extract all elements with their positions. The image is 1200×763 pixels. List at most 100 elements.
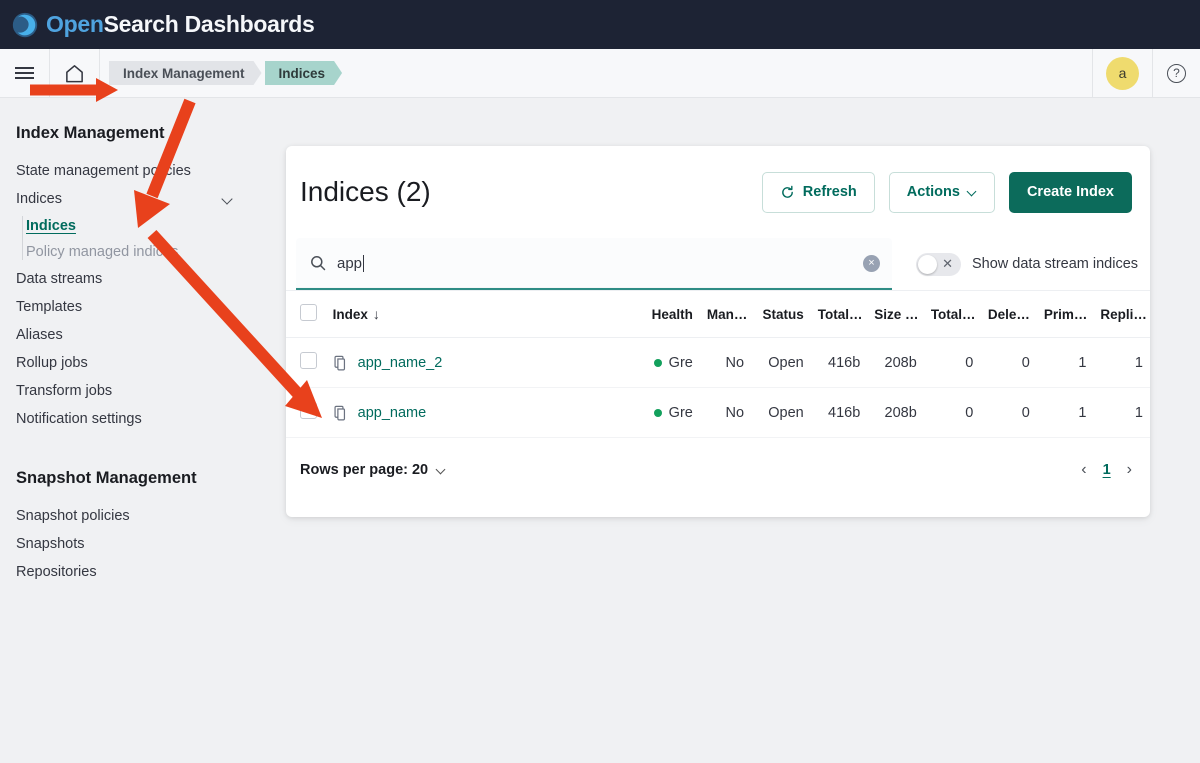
column-header-replicas[interactable]: Repli… bbox=[1093, 290, 1150, 338]
brand-logo-area[interactable]: OpenSearch Dashboards bbox=[0, 10, 315, 40]
navigation-bar: Index Management Indices a ? bbox=[0, 49, 1200, 98]
health-label: Gre bbox=[668, 404, 693, 421]
chevron-down-icon bbox=[223, 194, 234, 205]
data-stream-toggle-group: ✕ Show data stream indices bbox=[916, 238, 1138, 290]
actions-button[interactable]: Actions bbox=[888, 171, 995, 213]
row-size-cell: 208b bbox=[867, 387, 924, 438]
sidebar-item-label: Repositories bbox=[16, 564, 97, 580]
refresh-button-label: Refresh bbox=[802, 184, 857, 200]
search-input-value: app bbox=[337, 254, 363, 272]
menu-toggle-button[interactable] bbox=[0, 49, 49, 97]
help-icon[interactable]: ? bbox=[1167, 63, 1186, 83]
show-data-stream-indices-label: Show data stream indices bbox=[972, 256, 1139, 272]
table-body: app_name_2 Gre No Open 416b 208b 0 0 1 1… bbox=[286, 337, 1150, 438]
sidebar-item-policy-managed-indices[interactable]: Policy managed indices bbox=[26, 239, 262, 265]
index-name-link[interactable]: app_name_2 bbox=[358, 355, 443, 371]
next-page-button[interactable]: › bbox=[1127, 461, 1132, 479]
sidebar-section-title-snapshot-management: Snapshot Management bbox=[16, 469, 197, 487]
column-header-health[interactable]: Health bbox=[637, 290, 700, 338]
status-dot-icon bbox=[653, 358, 662, 367]
sidebar-item-label: Data streams bbox=[16, 271, 103, 287]
home-button[interactable] bbox=[50, 49, 99, 97]
row-replicas-cell: 1 bbox=[1093, 337, 1150, 388]
column-header-index-label: Index bbox=[332, 307, 368, 322]
brand-title: OpenSearch Dashboards bbox=[46, 11, 315, 38]
table-row[interactable]: app_name_2 Gre No Open 416b 208b 0 0 1 1 bbox=[286, 337, 1150, 388]
breadcrumb-indices[interactable]: Indices bbox=[265, 61, 343, 85]
clear-search-icon[interactable]: × bbox=[863, 254, 880, 272]
sidebar-item-transform-jobs[interactable]: Transform jobs bbox=[0, 377, 262, 405]
column-header-index[interactable]: Index ↓ bbox=[328, 290, 638, 338]
sidebar-item-data-streams[interactable]: Data streams bbox=[0, 265, 262, 293]
column-header-total-docs[interactable]: Total… bbox=[923, 290, 981, 338]
previous-page-button[interactable]: ‹ bbox=[1081, 461, 1086, 479]
toggle-knob bbox=[918, 254, 937, 274]
sidebar-item-templates[interactable]: Templates bbox=[0, 293, 262, 321]
sidebar-item-repositories[interactable]: Repositories bbox=[0, 558, 262, 586]
chevron-down-icon bbox=[968, 188, 977, 197]
sidebar-section-title-index-management: Index Management bbox=[16, 124, 165, 142]
sidebar-item-label: Rollup jobs bbox=[16, 355, 88, 371]
opensearch-logo-icon bbox=[12, 12, 38, 37]
breadcrumb: Index Management Indices bbox=[109, 61, 345, 85]
sidebar-item-notification-settings[interactable]: Notification settings bbox=[0, 405, 262, 433]
refresh-button[interactable]: Refresh bbox=[761, 171, 875, 213]
sidebar-item-indices-child[interactable]: Indices bbox=[26, 213, 262, 239]
health-status: Gre bbox=[645, 355, 693, 371]
column-header-managed[interactable]: Man… bbox=[699, 290, 752, 338]
row-index-cell: app_name_2 bbox=[328, 337, 638, 388]
select-all-header bbox=[286, 290, 329, 338]
breadcrumb-index-management[interactable]: Index Management bbox=[109, 61, 262, 85]
panel-header: Indices (2) Refresh Actions Create Index bbox=[286, 146, 1150, 238]
row-deleted-cell: 0 bbox=[980, 387, 1037, 438]
sidebar-item-aliases[interactable]: Aliases bbox=[0, 321, 262, 349]
row-checkbox[interactable] bbox=[300, 402, 317, 419]
page-number-1[interactable]: 1 bbox=[1103, 462, 1111, 478]
row-index-cell: app_name bbox=[328, 387, 638, 438]
rows-per-page-label: Rows per page: 20 bbox=[300, 462, 429, 478]
avatar[interactable]: a bbox=[1106, 56, 1139, 90]
sidebar-item-snapshots[interactable]: Snapshots bbox=[0, 530, 262, 558]
sidebar-item-indices[interactable]: Indices bbox=[0, 185, 262, 213]
column-header-primaries[interactable]: Prim… bbox=[1036, 290, 1094, 338]
column-header-total-size[interactable]: Total… bbox=[810, 290, 868, 338]
show-data-stream-indices-toggle[interactable]: ✕ bbox=[916, 252, 961, 276]
row-size-cell: 208b bbox=[867, 337, 924, 388]
search-icon bbox=[311, 256, 326, 271]
sidebar-item-rollup-jobs[interactable]: Rollup jobs bbox=[0, 349, 262, 377]
status-dot-icon bbox=[653, 408, 662, 417]
table-row[interactable]: app_name Gre No Open 416b 208b 0 0 1 1 bbox=[286, 387, 1150, 438]
refresh-icon bbox=[781, 185, 793, 198]
row-total-size-cell: 416b bbox=[810, 337, 868, 388]
sidebar-item-label: Templates bbox=[16, 299, 83, 315]
select-all-checkbox[interactable] bbox=[300, 304, 317, 321]
text-cursor bbox=[363, 254, 365, 272]
copy-icon[interactable] bbox=[333, 355, 348, 371]
sidebar-item-state-management-policies[interactable]: State management policies bbox=[0, 157, 262, 185]
page-title: Indices (2) bbox=[300, 176, 431, 207]
index-name-link[interactable]: app_name bbox=[358, 405, 427, 421]
column-header-status[interactable]: Status bbox=[751, 290, 811, 338]
index-name-group: app_name_2 bbox=[333, 355, 631, 371]
row-status-cell: Open bbox=[751, 337, 811, 388]
create-index-button[interactable]: Create Index bbox=[1008, 171, 1132, 213]
column-header-deleted[interactable]: Dele… bbox=[980, 290, 1037, 338]
search-row: app × ✕ Show data stream indices bbox=[286, 238, 1150, 290]
actions-button-label: Actions bbox=[906, 184, 960, 200]
row-managed-cell: No bbox=[699, 337, 752, 388]
search-input[interactable]: app × bbox=[296, 238, 892, 290]
home-icon bbox=[66, 65, 83, 83]
sidebar-item-label: State management policies bbox=[16, 163, 191, 179]
sidebar-item-label: Notification settings bbox=[16, 411, 142, 427]
column-header-size[interactable]: Size … bbox=[867, 290, 924, 338]
sidebar-item-label: Indices bbox=[16, 191, 62, 207]
sidebar: Index Management State management polici… bbox=[0, 98, 262, 763]
sidebar-item-label: Aliases bbox=[16, 327, 63, 343]
row-health-cell: Gre bbox=[637, 337, 700, 388]
row-checkbox[interactable] bbox=[300, 352, 317, 369]
rows-per-page-selector[interactable]: Rows per page: 20 bbox=[300, 462, 446, 478]
row-replicas-cell: 1 bbox=[1093, 387, 1150, 438]
sidebar-item-snapshot-policies[interactable]: Snapshot policies bbox=[0, 502, 262, 530]
opensearch-dashboards-app: OpenSearch Dashboards Index Management I… bbox=[0, 0, 1200, 763]
copy-icon[interactable] bbox=[333, 405, 348, 421]
